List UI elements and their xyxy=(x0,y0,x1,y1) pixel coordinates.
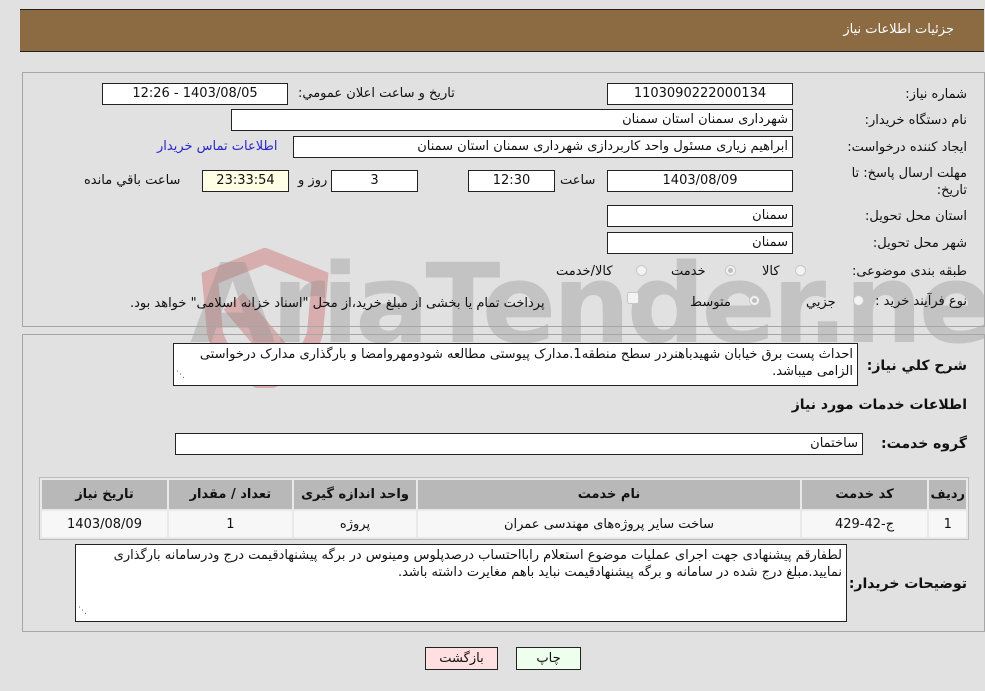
treasury-text: پرداخت تمام یا بخشی از مبلغ خرید،از محل … xyxy=(130,296,545,311)
deadline-time-label: ساعت xyxy=(560,173,596,188)
category-label: طبقه بندی موضوعی: xyxy=(851,264,967,279)
col-header-quantity: تعداد / مقدار xyxy=(169,480,292,509)
col-header-row-number: ردیف xyxy=(929,480,966,509)
category-option-goods: کالا xyxy=(762,264,780,279)
buyer-org-label: نام دستگاه خریدار: xyxy=(864,113,967,128)
announce-date-field: 1403/08/05 - 12:26 xyxy=(102,83,288,105)
announce-date-label: تاریخ و ساعت اعلان عمومي: xyxy=(298,86,455,101)
resize-grip-icon[interactable]: ⋰ xyxy=(78,603,87,620)
deadline-date-field: 1403/08/09 xyxy=(607,170,793,192)
cell-need-date: 1403/08/09 xyxy=(42,511,167,537)
creator-field: ابراهیم زیاری مسئول واحد کاربردازی شهردا… xyxy=(293,136,793,158)
treasury-checkbox[interactable] xyxy=(627,292,639,304)
page-title: جزئیات اطلاعات نیاز xyxy=(843,22,954,37)
province-label: استان محل تحویل: xyxy=(865,209,967,224)
category-option-service: خدمت xyxy=(671,264,706,279)
print-button[interactable]: چاپ xyxy=(516,647,581,670)
cell-unit: پروژه xyxy=(293,511,417,537)
province-field: سمنان xyxy=(607,205,793,227)
process-option-minor: جزيي xyxy=(806,295,836,310)
category-option-goods-service: کالا/خدمت xyxy=(556,264,613,279)
days-remaining-field: 3 xyxy=(331,170,418,192)
col-header-service-code: کد خدمت xyxy=(801,480,928,509)
page-header: جزئیات اطلاعات نیاز xyxy=(20,9,984,52)
cell-quantity: 1 xyxy=(169,511,292,537)
process-label: نوع فرآیند خرید : xyxy=(875,294,967,309)
creator-label: ایجاد کننده درخواست: xyxy=(847,140,967,155)
buyer-contact-link[interactable]: اطلاعات تماس خریدار xyxy=(157,139,277,154)
col-header-service-name: نام خدمت xyxy=(418,480,800,509)
buyer-notes-label: توضیحات خریدار: xyxy=(848,576,967,592)
col-header-need-date: تاریخ نیاز xyxy=(42,480,167,509)
buyer-notes-text: لطفارقم پیشنهادی جهت اجرای عملیات موضوع … xyxy=(113,548,842,580)
category-radio-service[interactable] xyxy=(725,265,736,276)
description-text: احداث پست برق خیابان شهیدباهنردر سطح منط… xyxy=(199,347,853,379)
process-radio-minor[interactable] xyxy=(853,295,864,306)
table-header-row: ردیف کد خدمت نام خدمت واحد اندازه گیری ت… xyxy=(42,480,966,509)
service-group-label: گروه خدمت: xyxy=(881,436,967,452)
cell-row-number: 1 xyxy=(929,511,966,537)
process-option-medium: متوسط xyxy=(690,295,731,310)
category-radio-goods-service[interactable] xyxy=(636,265,647,276)
deadline-label: مهلت ارسال پاسخ: تا تاریخ: xyxy=(851,166,967,198)
need-number-label: شماره نیاز: xyxy=(905,87,967,102)
description-label: شرح کلي نياز: xyxy=(866,358,967,374)
cell-service-code: ج-42-429 xyxy=(801,511,928,537)
process-radio-medium[interactable] xyxy=(749,295,760,306)
category-radio-goods[interactable] xyxy=(795,265,806,276)
buyer-org-field: شهرداری سمنان استان سمنان xyxy=(231,109,793,131)
remaining-time-field: 23:33:54 xyxy=(202,170,289,192)
deadline-time-field: 12:30 xyxy=(468,170,555,192)
table-row: 1 ج-42-429 ساخت سایر پروژه‌های مهندسی عم… xyxy=(42,511,966,537)
services-section-title: اطلاعات خدمات مورد نیاز xyxy=(791,397,967,413)
buyer-notes-textarea[interactable]: لطفارقم پیشنهادی جهت اجرای عملیات موضوع … xyxy=(75,544,847,622)
cell-service-name: ساخت سایر پروژه‌های مهندسی عمران xyxy=(418,511,800,537)
resize-grip-icon[interactable]: ⋰ xyxy=(176,367,185,384)
services-table: ردیف کد خدمت نام خدمت واحد اندازه گیری ت… xyxy=(39,477,969,540)
description-textarea[interactable]: احداث پست برق خیابان شهیدباهنردر سطح منط… xyxy=(173,343,858,386)
city-label: شهر محل تحویل: xyxy=(872,236,967,251)
col-header-unit: واحد اندازه گیری xyxy=(293,480,417,509)
days-label: روز و xyxy=(298,173,328,188)
back-button[interactable]: بازگشت xyxy=(425,647,498,670)
city-field: سمنان xyxy=(607,232,793,254)
remaining-time-label: ساعت باقي مانده xyxy=(84,173,181,188)
need-number-field: 1103090222000134 xyxy=(607,83,793,105)
service-group-field: ساختمان xyxy=(175,433,863,455)
